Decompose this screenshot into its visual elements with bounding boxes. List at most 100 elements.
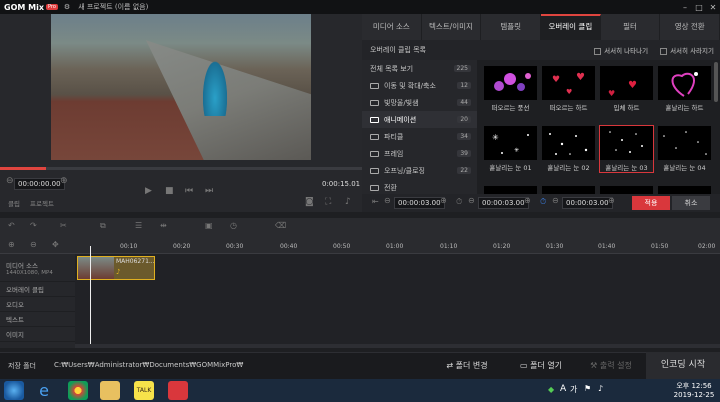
gom-mix-icon[interactable] (168, 381, 188, 400)
redo-icon[interactable]: ↷ (30, 221, 37, 230)
category-item-selected[interactable]: 애니메이션 20 (362, 111, 477, 128)
overlay-clip-item[interactable]: 흩날리는 눈 02 (542, 126, 595, 172)
speaker-icon[interactable]: ♪ (598, 384, 603, 393)
category-item[interactable]: 프레임 39 (362, 145, 477, 162)
minus-icon[interactable]: ⊖ (6, 176, 14, 186)
timeline-ruler[interactable]: ⊕ ⊖ ✥ 00:10 00:20 00:30 00:40 00:50 01:0… (0, 238, 720, 254)
plus-icon[interactable]: ⊕ (440, 196, 447, 205)
clock-date[interactable]: 2019-12-25 (672, 391, 716, 399)
category-label: 전환 (384, 183, 397, 192)
change-folder-button[interactable]: ⇄ 폴더 변경 (432, 352, 502, 379)
overlay-clip-item[interactable] (542, 186, 595, 194)
fade-out-option[interactable]: 서서히 사라지기 (660, 45, 714, 55)
overlay-clip-item-selected[interactable]: 흩날리는 눈 03 (599, 125, 654, 173)
flag-icon[interactable]: ⚑ (584, 384, 591, 393)
start-time-field[interactable]: 00:00:03.00 (394, 197, 445, 209)
tab-clip[interactable]: 클립 (8, 198, 20, 208)
cancel-button[interactable]: 취소 (672, 196, 710, 210)
explorer-icon[interactable] (100, 381, 120, 400)
overlay-clip-item[interactable] (658, 186, 711, 194)
prev-frame-icon[interactable]: ⏮ (185, 186, 193, 196)
track-audio[interactable]: 오디오 (0, 297, 75, 312)
track-media-source[interactable]: 미디어 소스 1440X1080, MP4 (0, 254, 75, 282)
overlay-clip-item[interactable]: ✳ ✳ 흩날리는 눈 01 (484, 126, 537, 172)
category-count: 12 (457, 82, 471, 89)
volume-icon[interactable]: ♪ (345, 197, 351, 207)
category-item[interactable]: 이동 및 확대/축소 12 (362, 77, 477, 94)
tab-transition[interactable]: 영상 전환 (660, 14, 720, 40)
encode-button[interactable]: 인코딩 시작 (646, 352, 720, 379)
grid-scrollbar[interactable] (714, 62, 718, 102)
category-item[interactable]: 오프닝/클로징 22 (362, 162, 477, 179)
overlay-clip-item[interactable] (600, 186, 653, 194)
plus-icon[interactable]: ⊕ (608, 196, 615, 205)
duration-field[interactable]: 00:00:03.00 (478, 197, 529, 209)
stop-icon[interactable]: ■ (165, 186, 174, 196)
end-time-field[interactable]: 00:00:03.00 (562, 197, 613, 209)
camera-icon[interactable]: ◙ (305, 197, 314, 207)
align-icon[interactable]: ☰ (135, 221, 142, 230)
tab-filter[interactable]: 필터 (601, 14, 661, 40)
next-frame-icon[interactable]: ⏭ (205, 186, 213, 196)
seek-bar[interactable] (0, 167, 362, 170)
kakaotalk-icon[interactable]: TALK (134, 381, 154, 400)
delete-icon[interactable]: ⌫ (275, 221, 286, 230)
minus-icon[interactable]: ⊖ (468, 196, 475, 205)
overlay-clip-item[interactable]: 흩날리는 눈 04 (658, 126, 711, 172)
playhead[interactable] (90, 246, 91, 348)
output-settings-button[interactable]: ⚒ 출력 설정 (580, 352, 642, 379)
fit-icon[interactable]: ✥ (52, 240, 59, 249)
cut-icon[interactable]: ✂ (60, 221, 67, 230)
track-area[interactable] (75, 254, 720, 348)
ime-mode[interactable]: 가 (570, 384, 577, 395)
zoom-out-icon[interactable]: ⊖ (30, 240, 37, 249)
plus-icon[interactable]: ⊕ (60, 176, 68, 186)
zoom-in-icon[interactable]: ⊕ (8, 240, 15, 249)
save-folder-label: 저장 폴더 (8, 362, 36, 370)
category-count: 225 (453, 65, 471, 72)
current-time[interactable]: 00:00:00.00 (14, 178, 65, 190)
maximize-icon[interactable]: □ (692, 3, 706, 12)
fade-in-option[interactable]: 서서히 나타나기 (594, 45, 648, 55)
copy-icon[interactable]: ⧉ (100, 221, 106, 231)
tab-template[interactable]: 템플릿 (481, 14, 542, 40)
speed-icon[interactable]: ◷ (230, 221, 237, 230)
ie-icon[interactable]: e (34, 381, 54, 400)
minimize-icon[interactable]: – (678, 3, 692, 12)
category-all[interactable]: 전체 목록 보기 225 (362, 60, 477, 77)
timeline-scrollbar[interactable] (75, 344, 720, 348)
track-overlay[interactable]: 오버레이 클립 (0, 282, 75, 297)
apply-button[interactable]: 적용 (632, 196, 670, 210)
overlay-clip-item[interactable]: 흩날리는 하트 (658, 66, 711, 112)
plus-icon[interactable]: ⊕ (524, 196, 531, 205)
tab-project[interactable]: 프로젝트 (30, 198, 54, 208)
chrome-icon[interactable] (68, 381, 88, 400)
start-icon[interactable] (4, 381, 24, 400)
undo-icon[interactable]: ↶ (8, 221, 15, 230)
network-icon[interactable]: ◆ (548, 385, 554, 394)
overlay-clip-item[interactable]: ♥ ♥ ♥ 떠오르는 하트 (542, 66, 595, 112)
crop-icon[interactable]: ▣ (205, 221, 213, 230)
overlay-clip-item[interactable]: 떠오르는 풍선 (484, 66, 537, 112)
close-icon[interactable]: ✕ (706, 3, 720, 12)
minus-icon[interactable]: ⊖ (384, 196, 391, 205)
ime-icon[interactable]: A (560, 384, 566, 394)
fade-out-checkbox[interactable] (660, 47, 668, 55)
split-icon[interactable]: ⇹ (160, 221, 167, 230)
fade-in-checkbox[interactable] (594, 47, 602, 55)
tab-text-image[interactable]: 텍스트/이미지 (422, 14, 482, 40)
category-item[interactable]: 빛망울/빛샘 44 (362, 94, 477, 111)
category-item[interactable]: 파티클 34 (362, 128, 477, 145)
tab-overlay-clip[interactable]: 오버레이 클립 (541, 14, 601, 40)
open-folder-button[interactable]: ▭ 폴더 열기 (508, 352, 574, 379)
tab-media-source[interactable]: 미디어 소스 (362, 14, 422, 40)
settings-icon[interactable]: ⚙ (64, 3, 70, 11)
minus-icon[interactable]: ⊖ (552, 196, 559, 205)
overlay-clip-item[interactable] (484, 186, 537, 194)
overlay-clip-item[interactable]: ♥ ♥ 입체 하트 (600, 66, 653, 112)
track-text[interactable]: 텍스트 (0, 312, 75, 327)
track-image[interactable]: 이미지 (0, 327, 75, 342)
play-icon[interactable]: ▶ (145, 186, 152, 196)
clock-time[interactable]: 오후 12:56 (672, 381, 716, 391)
fullscreen-icon[interactable]: ⛶ (325, 197, 331, 207)
